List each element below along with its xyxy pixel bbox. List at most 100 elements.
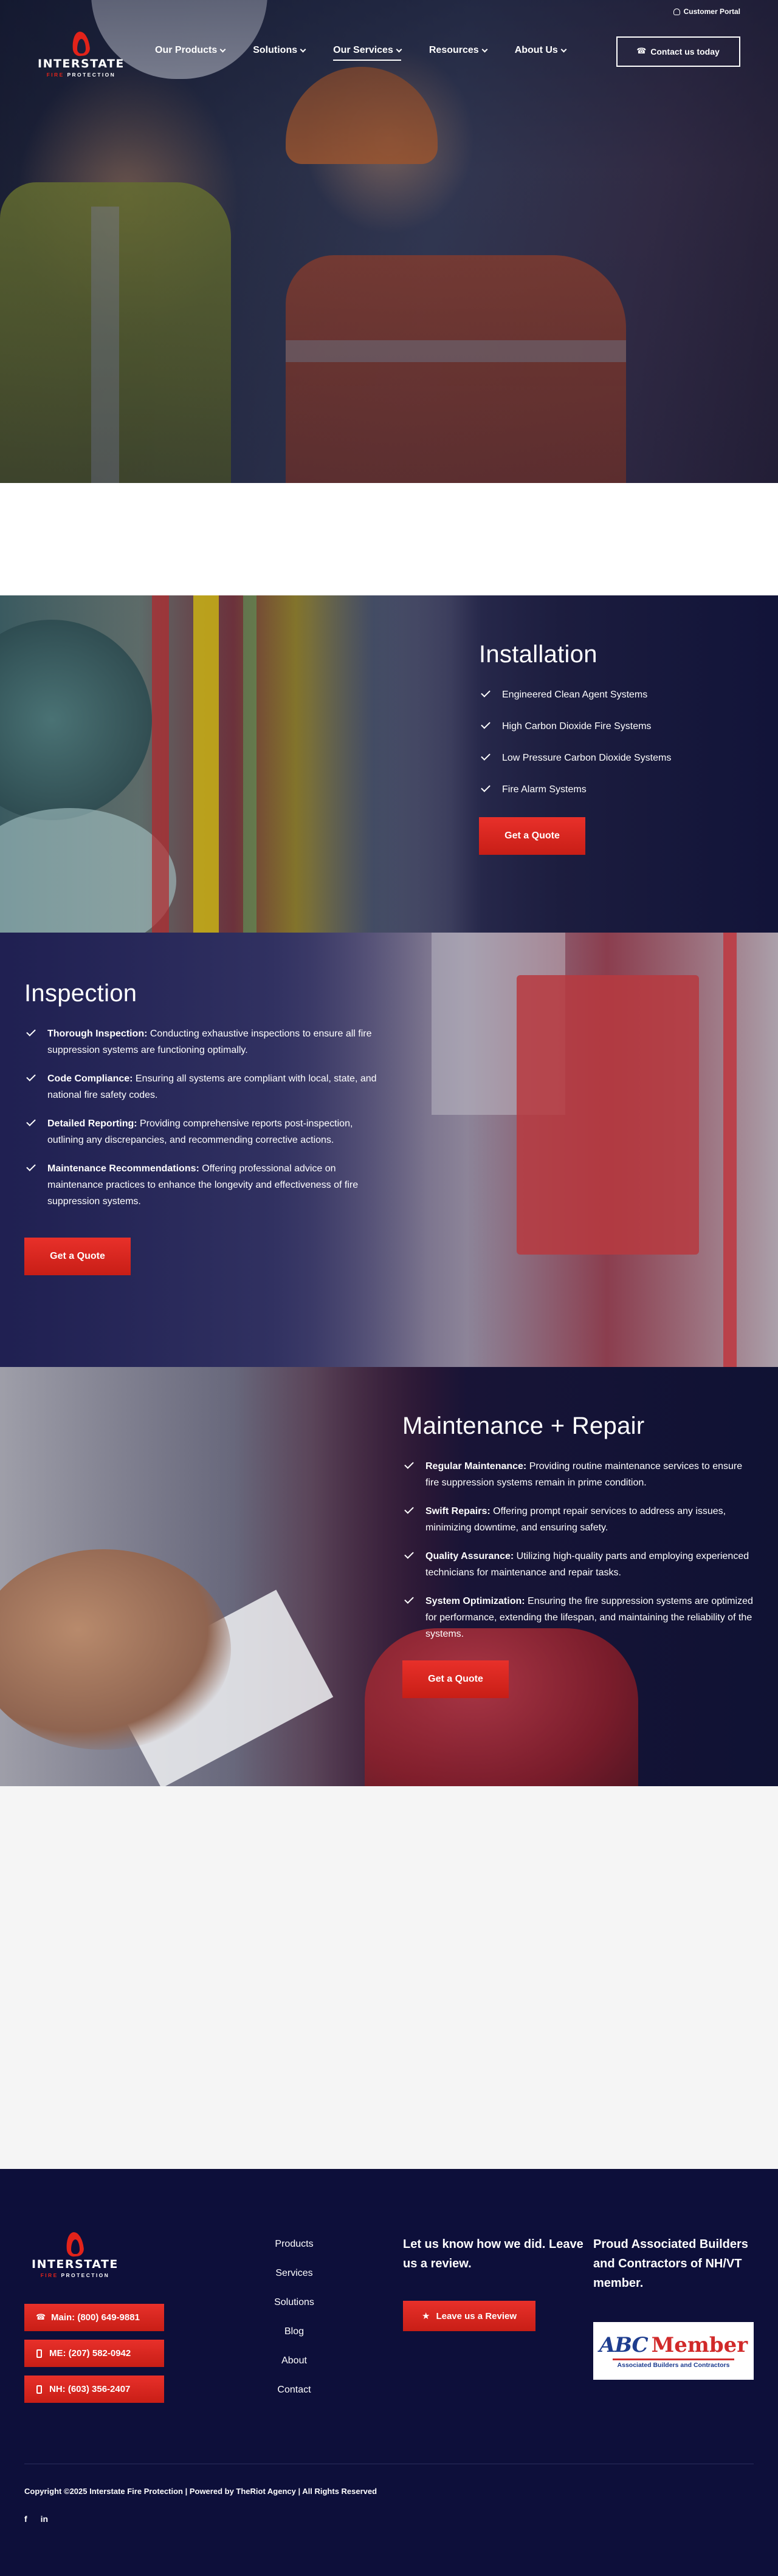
installation-content: Installation Engineered Clean Agent Syst… — [479, 641, 759, 855]
abc-member-logo[interactable]: ABC Member Associated Builders and Contr… — [593, 2322, 754, 2380]
abc-tagline: Associated Builders and Contractors — [617, 2362, 730, 2369]
image-yellow-pipe — [193, 595, 219, 933]
footer-link-solutions[interactable]: Solutions — [274, 2297, 314, 2308]
footer-link-products[interactable]: Products — [275, 2239, 313, 2250]
list-item: Maintenance Recommendations: Offering pr… — [24, 1160, 383, 1210]
footer-link-services[interactable]: Services — [275, 2268, 312, 2279]
image-tank-base — [0, 808, 176, 933]
leave-review-button[interactable]: ★ Leave us a Review — [403, 2301, 535, 2331]
list-item-text: High Carbon Dioxide Fire Systems — [502, 721, 652, 731]
main-nav: Our Products Solutions Our Services Reso… — [155, 45, 594, 61]
maintenance-list: Regular Maintenance: Providing routine m… — [402, 1458, 755, 1642]
logo-name: INTERSTATE — [32, 2258, 119, 2271]
nav-resources[interactable]: Resources — [429, 45, 488, 60]
list-item: Quality Assurance: Utilizing high-qualit… — [402, 1548, 755, 1581]
nav-solutions[interactable]: Solutions — [253, 45, 306, 60]
logo-subtitle: FIRE PROTECTION — [40, 2272, 110, 2278]
hero-section: Customer Portal INTERSTATE FIRE PROTECTI… — [0, 0, 778, 483]
phone-me-button[interactable]: ME: (207) 582-0942 — [24, 2340, 164, 2367]
footer: INTERSTATE FIRE PROTECTION Main: (800) 6… — [0, 2169, 778, 2576]
inspection-quote-button[interactable]: Get a Quote — [24, 1238, 131, 1275]
nav-our-products[interactable]: Our Products — [155, 45, 226, 60]
installation-list: Engineered Clean Agent Systems High Carb… — [479, 687, 759, 798]
phone-buttons: Main: (800) 649-9881 ME: (207) 582-0942 … — [24, 2304, 164, 2403]
star-icon: ★ — [421, 2311, 430, 2321]
list-item-text: Engineered Clean Agent Systems — [502, 690, 648, 700]
list-item-heading: System Optimization: — [425, 1596, 525, 1606]
linkedin-icon[interactable]: in — [41, 2514, 48, 2524]
nav-label: Solutions — [253, 45, 298, 55]
page: Customer Portal INTERSTATE FIRE PROTECTI… — [0, 0, 778, 2576]
image-red-pipe — [723, 933, 737, 1367]
blank-band — [0, 483, 778, 595]
maintenance-section: Maintenance + Repair Regular Maintenance… — [0, 1367, 778, 1786]
list-item: Engineered Clean Agent Systems — [479, 687, 759, 703]
list-item: Fire Alarm Systems — [479, 781, 759, 798]
chevron-down-icon — [560, 46, 567, 52]
flame-logo-icon — [61, 2231, 88, 2259]
list-item: Regular Maintenance: Providing routine m… — [402, 1458, 755, 1491]
installation-section: Installation Engineered Clean Agent Syst… — [0, 595, 778, 933]
image-green-pipe — [243, 595, 256, 933]
list-item-heading: Regular Maintenance: — [425, 1461, 527, 1471]
chevron-down-icon — [396, 46, 402, 52]
nav-label: Resources — [429, 45, 479, 55]
check-icon — [481, 783, 491, 792]
phone-icon — [636, 46, 646, 56]
chevron-down-icon — [481, 46, 488, 52]
footer-logo[interactable]: INTERSTATE FIRE PROTECTION — [32, 2231, 119, 2278]
image-red-pipe — [152, 595, 169, 933]
customer-portal-link[interactable]: Customer Portal — [673, 7, 740, 16]
flame-logo-icon — [67, 30, 94, 58]
footer-link-contact[interactable]: Contact — [277, 2385, 311, 2396]
customer-portal-label: Customer Portal — [683, 7, 740, 16]
social-links: f in — [24, 2514, 48, 2524]
check-icon — [481, 751, 491, 761]
list-item-heading: Swift Repairs: — [425, 1506, 491, 1516]
logo-subtitle: FIRE PROTECTION — [46, 72, 116, 78]
phone-label: ME: (207) 582-0942 — [49, 2348, 131, 2358]
chevron-down-icon — [219, 46, 226, 52]
phone-nh-button[interactable]: NH: (603) 356-2407 — [24, 2376, 164, 2403]
list-item: Code Compliance: Ensuring all systems ar… — [24, 1070, 383, 1103]
footer-link-about[interactable]: About — [281, 2355, 307, 2366]
chevron-down-icon — [300, 46, 306, 52]
nav-about-us[interactable]: About Us — [514, 45, 567, 60]
nav-label: About Us — [514, 45, 558, 55]
check-icon — [404, 1459, 414, 1469]
abc-logo-wordmark: ABC Member — [599, 2333, 748, 2357]
check-icon — [404, 1594, 414, 1604]
copyright-text: Copyright ©2025 Interstate Fire Protecti… — [24, 2487, 377, 2496]
membership-text: Proud Associated Builders and Contractor… — [593, 2238, 748, 2290]
inspection-content: Inspection Thorough Inspection: Conducti… — [24, 980, 383, 1275]
facebook-icon[interactable]: f — [24, 2514, 27, 2524]
site-logo[interactable]: INTERSTATE FIRE PROTECTION — [38, 30, 125, 78]
list-item-text: Fire Alarm Systems — [502, 784, 587, 795]
list-item-heading: Quality Assurance: — [425, 1551, 514, 1561]
list-item-heading: Maintenance Recommendations: — [47, 1163, 199, 1174]
review-button-label: Leave us a Review — [436, 2311, 517, 2321]
list-item-heading: Detailed Reporting: — [47, 1118, 137, 1129]
list-item-heading: Code Compliance: — [47, 1074, 133, 1084]
maintenance-quote-button[interactable]: Get a Quote — [402, 1660, 509, 1698]
maintenance-content: Maintenance + Repair Regular Maintenance… — [402, 1413, 755, 1698]
installation-quote-button[interactable]: Get a Quote — [479, 817, 585, 855]
list-item: High Carbon Dioxide Fire Systems — [479, 718, 759, 735]
check-icon — [481, 719, 491, 729]
phone-label: Main: (800) 649-9881 — [51, 2312, 140, 2323]
installation-title: Installation — [479, 641, 597, 668]
list-item: Detailed Reporting: Providing comprehens… — [24, 1115, 383, 1148]
inspection-section: Inspection Thorough Inspection: Conducti… — [0, 933, 778, 1367]
check-icon — [404, 1504, 414, 1514]
check-icon — [481, 688, 491, 697]
user-icon — [673, 8, 680, 15]
list-item: Swift Repairs: Offering prompt repair se… — [402, 1503, 755, 1536]
nav-our-services[interactable]: Our Services — [333, 45, 402, 61]
list-item-heading: Thorough Inspection: — [47, 1029, 148, 1039]
phone-main-button[interactable]: Main: (800) 649-9881 — [24, 2304, 164, 2331]
contact-us-button[interactable]: Contact us today — [616, 36, 740, 67]
list-item: Low Pressure Carbon Dioxide Systems — [479, 750, 759, 766]
check-icon — [404, 1549, 414, 1559]
footer-link-blog[interactable]: Blog — [284, 2326, 304, 2337]
abc-logo-underline — [613, 2358, 734, 2360]
